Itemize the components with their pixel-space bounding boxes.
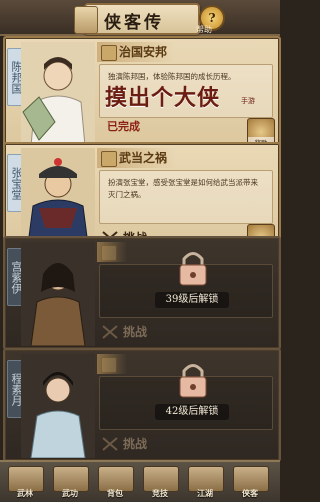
watermark-sub: 手游 [241,97,255,105]
scroll-icon [74,6,98,34]
chapter-title: 武当之祸 [97,148,176,168]
story-card-3[interactable]: 宫紫伊 39级后解锁 挑战 [3,236,281,350]
unlock-requirement: 42级后解锁 [155,404,229,420]
padlock-icon [179,252,207,286]
character-portrait [21,42,95,146]
story-card-4[interactable]: 程素月 42级后解锁 挑战 [3,348,281,462]
nav-label: 武功 [62,488,78,498]
help-icon: ? [208,11,216,25]
padlock-icon [179,364,207,398]
chapter-title: 治国安邦 [97,42,176,62]
crossed-swords-icon [102,325,118,339]
unlock-requirement: 39级后解锁 [155,292,229,308]
nav-label: 背包 [107,488,123,498]
nav-label: 竞技 [152,488,168,498]
scroll-tag-icon [101,357,117,373]
scroll-tag-icon [101,45,117,61]
character-portrait [21,354,95,458]
crossed-swords-icon [102,437,118,451]
lock-overlay: 39级后解锁 [155,248,235,340]
nav-label: 侠客 [242,488,258,498]
page-title: 侠客传 [104,13,164,33]
scroll-tag-icon [101,151,117,167]
scroll-tag-icon [101,245,117,261]
nav-label: 江湖 [197,488,213,498]
completed-stamp: 已完成 [107,120,140,133]
story-card-1[interactable]: 陈邦国 治国安邦 独演陈邦国，体验陈邦国的成长历程。 摸出个大侠 手游 已完成 … [3,36,281,150]
chapter-description: 扮演张宝堂，感受张宝堂是如何给武当派带来灭门之祸。 [108,178,258,199]
nav-hero[interactable]: 侠客 [233,466,269,498]
bottom-nav: 武林 武功 背包 竞技 江湖 侠客 [0,460,280,502]
nav-martial[interactable]: 武功 [53,466,89,498]
challenge-button[interactable]: 挑战 [99,434,147,454]
challenge-button[interactable]: 挑战 [99,322,147,342]
nav-bag[interactable]: 背包 [98,466,134,498]
top-bar: 侠客传 ? 帮助 [0,0,280,36]
help-label: 帮助 [196,25,212,34]
lock-overlay: 42级后解锁 [155,360,235,452]
chapter-title [97,354,127,374]
watermark: 摸出个大侠 [105,85,221,111]
chapter-title [97,242,127,262]
nav-arena[interactable]: 竞技 [143,466,179,498]
title-banner: 侠客传 [74,3,200,35]
description-box: 扮演张宝堂，感受张宝堂是如何给武当派带来灭门之祸。 [99,170,273,224]
nav-jianghu[interactable]: 江湖 [188,466,224,498]
nav-wulin[interactable]: 武林 [8,466,44,498]
character-portrait [21,242,95,346]
nav-label: 武林 [17,488,33,498]
